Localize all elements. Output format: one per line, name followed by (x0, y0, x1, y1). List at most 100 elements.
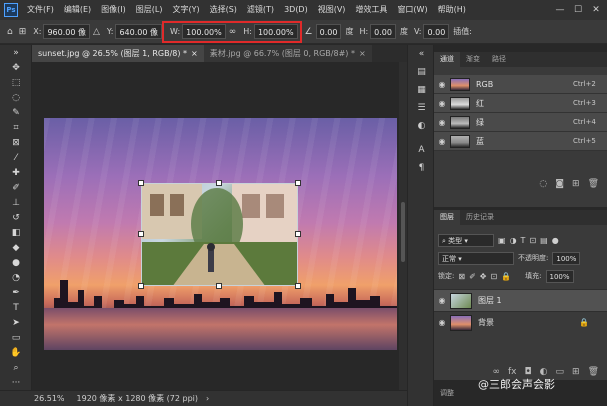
tab-channels[interactable]: 通道 (434, 52, 460, 67)
layer-row-layer1[interactable]: ◉ 图层 1 (434, 289, 607, 311)
dodge-tool-icon[interactable]: ◔ (0, 270, 32, 285)
tab-paths[interactable]: 路径 (486, 52, 512, 67)
reference-point-icon[interactable]: ⊞ (19, 27, 27, 37)
libraries-panel-icon[interactable]: ☰ (408, 99, 435, 117)
channel-green[interactable]: ◉ 绿 Ctrl+4 (434, 113, 607, 132)
zoom-level[interactable]: 26.51% (34, 394, 65, 403)
quick-select-tool-icon[interactable]: ✎ (0, 105, 32, 120)
menu-file[interactable]: 文件(F) (22, 0, 59, 20)
lasso-tool-icon[interactable]: ◌ (0, 90, 32, 105)
filter-type-icon[interactable]: T (521, 236, 526, 245)
visibility-eye-icon[interactable]: ◉ (434, 318, 450, 327)
menu-layer[interactable]: 图层(L) (131, 0, 168, 20)
y-field[interactable]: 640.00 像 (115, 24, 162, 39)
move-tool-icon[interactable]: ✥ (0, 60, 32, 75)
transform-handle-r[interactable] (295, 231, 301, 237)
load-selection-icon[interactable]: ◌ (539, 179, 547, 189)
blend-mode-select[interactable]: 正常 ▾ (438, 251, 514, 265)
visibility-eye-icon[interactable]: ◉ (434, 99, 450, 108)
tab-layers[interactable]: 图层 (434, 210, 460, 225)
crop-tool-icon[interactable]: ⌗ (0, 120, 32, 135)
filter-toggle-icon[interactable]: ● (552, 236, 559, 245)
menu-image[interactable]: 图像(I) (96, 0, 131, 20)
sunset-image[interactable] (44, 118, 397, 350)
menu-view[interactable]: 视图(V) (313, 0, 351, 20)
paint-bucket-icon[interactable]: ◆ (0, 240, 32, 255)
transform-handle-l[interactable] (138, 231, 144, 237)
channel-blue[interactable]: ◉ 蓝 Ctrl+5 (434, 132, 607, 151)
minimize-button[interactable]: — (551, 0, 569, 20)
zoom-tool-icon[interactable]: ⌕ (0, 360, 32, 375)
layer1-anime-image[interactable] (141, 183, 298, 286)
lock-position-icon[interactable]: ✥ (480, 272, 487, 281)
angle-field[interactable]: 0.00 (315, 24, 342, 39)
scrollbar-thumb[interactable] (401, 202, 405, 262)
transform-handle-br[interactable] (295, 283, 301, 289)
vskew-field[interactable]: 0.00 (423, 24, 450, 39)
visibility-eye-icon[interactable]: ◉ (434, 80, 450, 89)
canvas-scrollbar[interactable] (399, 62, 407, 390)
menu-plugins[interactable]: 增效工具 (350, 0, 392, 20)
filter-adjust-icon[interactable]: ◑ (510, 236, 517, 245)
menu-type[interactable]: 文字(Y) (167, 0, 204, 20)
transform-handle-tl[interactable] (138, 180, 144, 186)
channel-red[interactable]: ◉ 红 Ctrl+3 (434, 94, 607, 113)
layer-row-background[interactable]: ◉ 背景 🔒 (434, 311, 607, 333)
transform-handle-t[interactable] (216, 180, 222, 186)
layer-name[interactable]: 图层 1 (478, 295, 607, 306)
visibility-eye-icon[interactable]: ◉ (434, 296, 450, 305)
tab-material[interactable]: 素材.jpg @ 66.7% (图层 0, RGB/8#) * × (203, 45, 372, 62)
new-layer-icon[interactable]: ⊞ (572, 367, 580, 377)
collapse-panels-icon[interactable]: « (408, 45, 435, 63)
paragraph-panel-icon[interactable]: ¶ (408, 159, 435, 177)
hskew-field[interactable]: 0.00 (370, 24, 396, 39)
filter-smart-icon[interactable]: ▤ (540, 236, 548, 245)
menu-3d[interactable]: 3D(D) (279, 0, 313, 20)
lock-artboard-icon[interactable]: ⊡ (490, 272, 497, 281)
marquee-tool-icon[interactable]: ⬚ (0, 75, 32, 90)
transform-handle-bl[interactable] (138, 283, 144, 289)
status-arrow-icon[interactable]: › (206, 394, 209, 403)
transform-handle-b[interactable] (216, 283, 222, 289)
w-field[interactable]: 100.00% (182, 24, 226, 39)
path-select-icon[interactable]: ➤ (0, 315, 32, 330)
menu-filter[interactable]: 滤镜(T) (242, 0, 279, 20)
photoshop-logo[interactable]: Ps (0, 0, 22, 20)
layer-name[interactable]: 背景 (478, 317, 579, 328)
menu-window[interactable]: 窗口(W) (392, 0, 432, 20)
adjustments-panel-icon[interactable]: ◐ (408, 117, 435, 135)
filter-shape-icon[interactable]: ⊡ (529, 236, 536, 245)
opacity-field[interactable]: 100% (552, 251, 581, 265)
history-brush-icon[interactable]: ↺ (0, 210, 32, 225)
tab-close-icon[interactable]: × (359, 45, 366, 62)
brush-tool-icon[interactable]: ✐ (0, 180, 32, 195)
tab-sunset[interactable]: sunset.jpg @ 26.5% (图层 1, RGB/8) * × (32, 45, 204, 62)
blur-tool-icon[interactable]: ● (0, 255, 32, 270)
channel-rgb[interactable]: ◉ RGB Ctrl+2 (434, 75, 607, 94)
character-panel-icon[interactable]: A (408, 141, 435, 159)
clone-stamp-icon[interactable]: ⊥ (0, 195, 32, 210)
close-window-button[interactable]: ✕ (587, 0, 605, 20)
pen-tool-icon[interactable]: ✒ (0, 285, 32, 300)
menu-select[interactable]: 选择(S) (205, 0, 242, 20)
delta-icon[interactable]: △ (93, 27, 100, 37)
type-tool-icon[interactable]: T (0, 300, 32, 315)
link-icon[interactable]: ∞ (229, 27, 237, 37)
x-field[interactable]: 960.00 像 (43, 24, 90, 39)
tab-history[interactable]: 历史记录 (460, 210, 500, 225)
delete-channel-icon[interactable]: 🗑 (588, 179, 599, 189)
lock-pixels-icon[interactable]: ✐ (469, 272, 476, 281)
lock-transparency-icon[interactable]: ⊠ (458, 272, 465, 281)
adjustments-tab[interactable]: 调整 (440, 388, 454, 398)
tab-gradients[interactable]: 渐变 (460, 52, 486, 67)
maximize-button[interactable]: ☐ (569, 0, 587, 20)
canvas-area[interactable] (32, 62, 407, 390)
filter-pixel-icon[interactable]: ▣ (498, 236, 506, 245)
healing-brush-icon[interactable]: ✚ (0, 165, 32, 180)
menu-help[interactable]: 帮助(H) (433, 0, 471, 20)
delete-layer-icon[interactable]: 🗑 (588, 367, 599, 377)
save-selection-icon[interactable]: ◙ (555, 179, 564, 189)
lock-all-icon[interactable]: 🔒 (501, 272, 511, 281)
menu-edit[interactable]: 编辑(E) (59, 0, 96, 20)
tab-close-icon[interactable]: × (191, 45, 198, 62)
